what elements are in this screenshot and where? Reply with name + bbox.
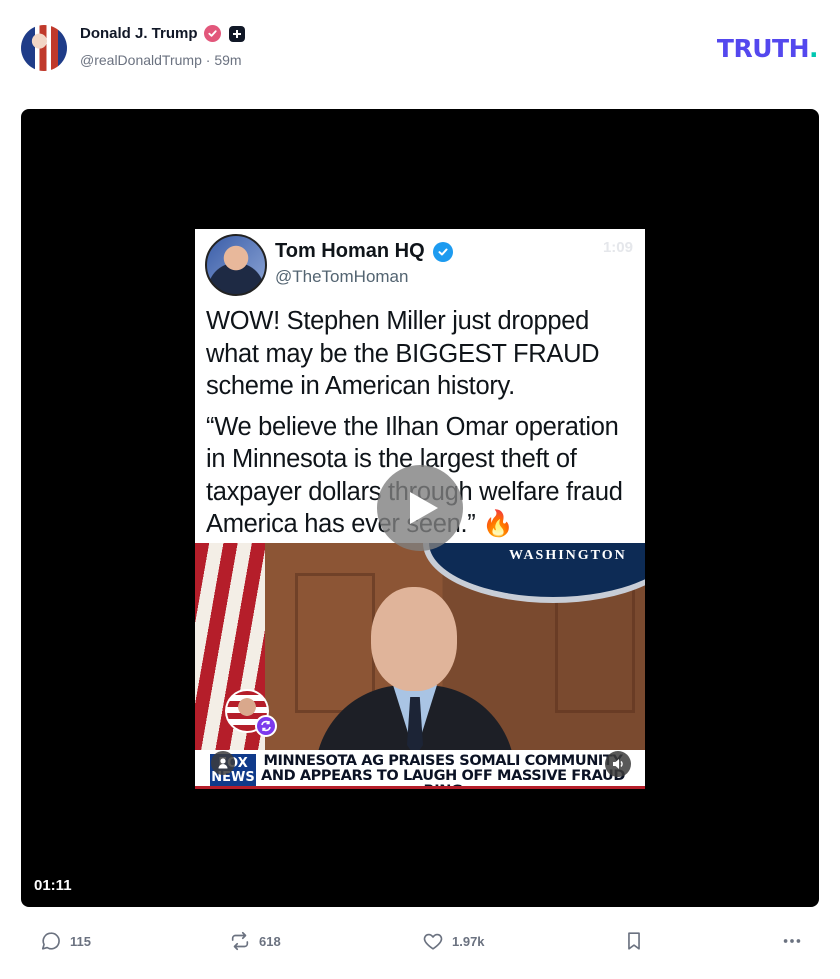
ellipsis-icon [783,939,801,943]
chyron-line: MINNESOTA AG PRAISES SOMALI COMMUNITY [263,753,623,769]
tweet-paragraph: WOW! Stephen Miller just dropped what ma… [206,307,600,400]
post-header: Donald J. Trump @realDonaldTrump · 59m T… [21,22,821,74]
tweet-handle: @TheTomHoman [275,267,409,286]
speaker-head [371,587,457,691]
chyron-bar [195,786,645,789]
author-name[interactable]: Donald J. Trump [80,25,198,42]
tweet-avatar [205,234,267,296]
tweet-name-row: Tom Homan HQ [275,240,453,263]
seal-text: WASHINGTON [509,548,627,563]
tweet-ghost-time: 1:09 [602,239,633,256]
verified-badge-icon [203,25,221,42]
person-icon [211,751,235,775]
bookmark-button[interactable] [623,930,645,952]
bookmark-icon [628,932,640,950]
tweet-author-name: Tom Homan HQ [275,240,425,262]
author-meta: @realDonaldTrump · 59m [80,52,242,68]
logo-dot: . [809,34,819,63]
post-time[interactable]: 59m [214,52,241,68]
logo-text: TRUTH [716,34,810,63]
repost-button[interactable]: 618 [229,930,281,952]
repost-count: 618 [259,933,281,949]
meta-separator: · [205,52,211,68]
like-count: 1.97k [452,933,485,949]
reply-count: 115 [70,933,91,949]
plus-badge-icon [228,25,245,42]
news-chyron: FOX NEWS MINNESOTA AG PRAISES SOMALI COM… [195,750,645,789]
comment-icon [41,932,60,950]
author-handle[interactable]: @realDonaldTrump [80,52,202,68]
more-options-button[interactable] [781,930,803,952]
play-button[interactable] [377,465,463,551]
repost-icon [231,931,249,951]
reply-button[interactable]: 115 [40,930,91,952]
video-duration: 01:11 [34,877,72,894]
play-icon [410,492,438,524]
video-player[interactable]: Tom Homan HQ @TheTomHoman 1:09 WOW! Step… [21,109,819,907]
news-clip: WASHINGTON FOX NEWS MINNESOTA AG PRAISES… [195,543,645,789]
chyron-text: MINNESOTA AG PRAISES SOMALI COMMUNITY AN… [261,753,625,790]
verified-check-icon [432,241,453,262]
heart-icon [423,933,443,950]
repost-overlay-icon [255,715,277,737]
like-button[interactable]: 1.97k [422,930,485,952]
author-row: Donald J. Trump [80,25,245,42]
post-actions: 115 618 1.97k [0,920,840,964]
truth-logo[interactable]: TRUTH. [716,34,819,63]
author-avatar[interactable] [21,25,67,71]
volume-icon [605,751,631,777]
